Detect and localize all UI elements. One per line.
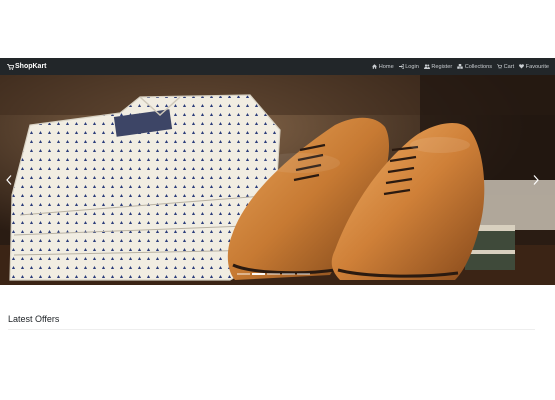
login-icon (398, 64, 404, 69)
carousel-next-button[interactable] (529, 170, 543, 190)
hero-carousel (0, 75, 555, 285)
heart-icon (519, 64, 525, 69)
carousel-indicator-3[interactable] (267, 273, 280, 275)
nav-register[interactable]: Register (423, 63, 453, 70)
nav-home-label: Home (378, 63, 394, 70)
nav-favourite[interactable]: Favourite (519, 64, 549, 70)
chevron-left-icon (6, 175, 12, 185)
carousel-indicator-1[interactable] (237, 273, 250, 275)
nav-login-label: Login (405, 63, 419, 70)
cart-logo-icon (7, 63, 14, 70)
nav-links: Home Login Register Collections Cart Fav… (367, 64, 549, 70)
top-navbar: ShopKart Home Login Register Collections… (0, 58, 555, 75)
carousel-prev-button[interactable] (2, 170, 16, 190)
brand-name: ShopKart (15, 63, 47, 70)
section-divider (8, 329, 535, 330)
chevron-right-icon (533, 175, 539, 185)
nav-cart-label: Cart (503, 63, 515, 70)
nav-collections-label: Collections (464, 63, 493, 70)
register-icon (423, 64, 430, 69)
nav-register-label: Register (431, 63, 453, 70)
latest-offers-title: Latest Offers (8, 314, 60, 324)
cart-icon (497, 64, 503, 69)
home-icon (372, 64, 378, 69)
nav-home[interactable]: Home (372, 63, 394, 70)
hero-image (0, 75, 555, 285)
nav-cart[interactable]: Cart (497, 64, 514, 70)
collections-icon (457, 64, 463, 69)
carousel-indicator-4[interactable] (282, 273, 295, 275)
nav-favourite-label: Favourite (525, 63, 549, 70)
nav-collections[interactable]: Collections (457, 64, 492, 70)
carousel-indicators (237, 273, 312, 275)
carousel-indicator-2[interactable] (252, 273, 265, 275)
nav-login[interactable]: Login (398, 63, 419, 70)
brand-link[interactable]: ShopKart (7, 63, 47, 70)
carousel-indicator-5[interactable] (297, 273, 310, 275)
